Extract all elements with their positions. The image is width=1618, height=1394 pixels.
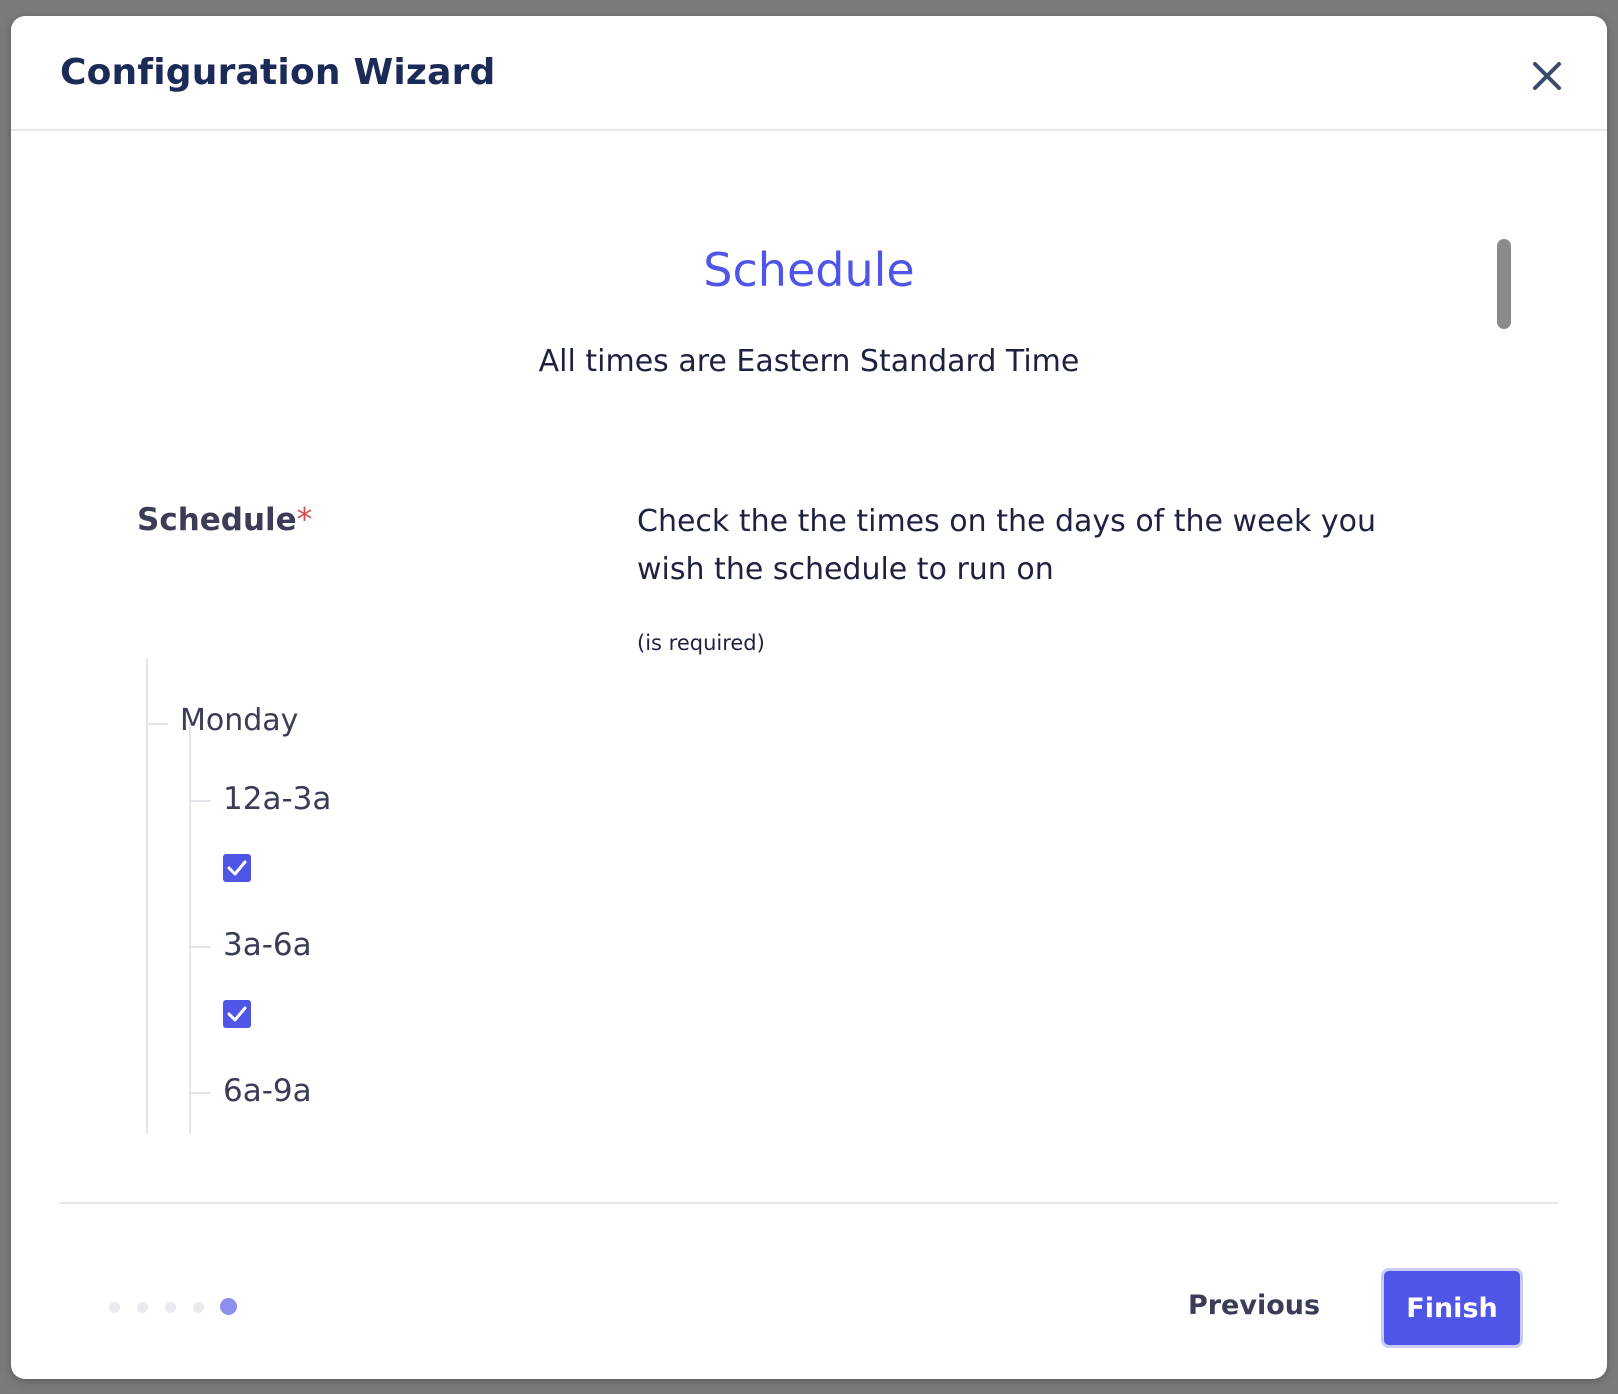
checkmark-icon	[227, 860, 247, 876]
dialog-body[interactable]: Schedule All times are Eastern Standard …	[11, 131, 1607, 1171]
checkmark-icon	[227, 1006, 247, 1022]
tree-branch	[191, 800, 211, 802]
finish-button[interactable]: Finish	[1381, 1268, 1523, 1348]
field-description: Check the the times on the days of the w…	[637, 504, 1377, 587]
time-slot-checkbox[interactable]	[223, 854, 251, 882]
tree-branch	[191, 946, 211, 948]
previous-button[interactable]: Previous	[1179, 1272, 1329, 1338]
tree-guide-line	[146, 658, 148, 1134]
step-dot	[109, 1302, 120, 1313]
time-slot-label: 6a-9a	[223, 1073, 312, 1109]
time-slot-checkbox[interactable]	[223, 1000, 251, 1028]
field-label-text: Schedule	[137, 502, 297, 538]
required-marker: *	[296, 502, 313, 538]
configuration-wizard-dialog: Configuration Wizard Schedule All times …	[11, 16, 1607, 1379]
dialog-header: Configuration Wizard	[11, 16, 1607, 131]
close-icon	[1533, 62, 1561, 90]
step-dot	[165, 1302, 176, 1313]
step-dot-active	[220, 1298, 237, 1315]
schedule-field-label: Schedule*	[137, 502, 312, 538]
close-button[interactable]	[1525, 54, 1569, 98]
time-slot-label: 3a-6a	[223, 927, 312, 963]
time-slot-label: 12a-3a	[223, 781, 332, 817]
tree-branch	[148, 723, 168, 725]
tree-branch	[191, 1092, 211, 1094]
field-required-hint: (is required)	[637, 631, 765, 655]
step-dot	[193, 1302, 204, 1313]
step-title: Schedule	[703, 243, 915, 297]
day-label-monday: Monday	[180, 703, 299, 738]
footer-divider	[59, 1202, 1559, 1204]
tree-guide-line	[189, 721, 191, 1134]
step-subtitle: All times are Eastern Standard Time	[538, 344, 1080, 379]
dialog-title: Configuration Wizard	[60, 52, 496, 93]
step-dot	[137, 1302, 148, 1313]
